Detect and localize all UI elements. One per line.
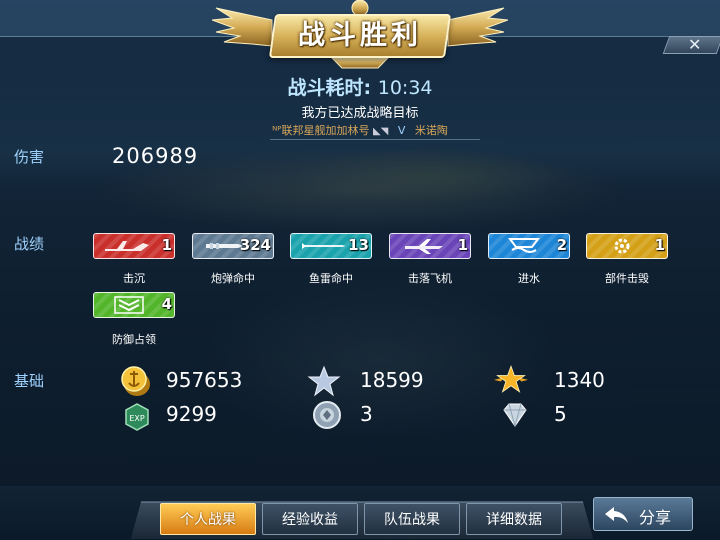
torpedo-icon xyxy=(302,243,345,249)
plane-sink-icon xyxy=(105,241,149,251)
diamond-value: 5 xyxy=(554,402,567,426)
damage-label: 伤害 xyxy=(14,148,45,166)
flooding-icon xyxy=(508,238,540,253)
stat-sink[interactable]: 1 xyxy=(93,233,175,259)
gold-coin-icon xyxy=(121,366,150,396)
record-label: 战绩 xyxy=(14,235,45,253)
basic-label: 基础 xyxy=(14,372,45,390)
ship-matchup: ᴺᴾ联邦星舰加加林号 ◣◥ V 米诺陶 xyxy=(272,124,448,137)
share-label: 分享 xyxy=(639,508,672,527)
battle-time-value: 10:34 xyxy=(377,77,433,99)
exp-badge-text: EXP xyxy=(129,414,145,423)
stat-label: 炮弹命中 xyxy=(211,272,255,285)
tab-detailed-data[interactable]: 详细数据 xyxy=(466,503,562,535)
diamond-icon xyxy=(503,403,527,427)
stat-module-destroyed[interactable]: 1 xyxy=(586,233,668,259)
stat-count: 1 xyxy=(457,236,468,254)
page-title: 战斗胜利 xyxy=(298,20,422,51)
stat-count: 4 xyxy=(161,295,172,313)
silver-star-value: 18599 xyxy=(360,368,424,392)
tab-exp-gain[interactable]: 经验收益 xyxy=(262,503,358,535)
stat-torpedo-hit[interactable]: 13 xyxy=(290,233,372,259)
damage-value: 206989 xyxy=(112,144,199,168)
gear-icon xyxy=(614,238,630,254)
silver-star-icon xyxy=(307,365,341,397)
stat-label: 进水 xyxy=(518,272,540,285)
stat-count: 2 xyxy=(556,236,567,254)
ship-self: ᴺᴾ联邦星舰加加林号 xyxy=(272,124,370,137)
gold-star-value: 1340 xyxy=(554,368,605,392)
stat-count: 1 xyxy=(654,236,665,254)
stat-count: 1 xyxy=(161,236,172,254)
stat-label: 部件击毁 xyxy=(605,272,649,285)
share-arrow-icon xyxy=(605,507,628,523)
stat-count: 324 xyxy=(239,236,271,254)
exp-icon: EXP xyxy=(125,403,149,431)
close-icon[interactable]: ✕ xyxy=(688,35,701,54)
medal-icon xyxy=(313,401,341,429)
stat-flooding[interactable]: 2 xyxy=(488,233,570,259)
tab-team-results[interactable]: 队伍战果 xyxy=(364,503,460,535)
ship-enemy: 米诺陶 xyxy=(414,124,448,137)
exp-value: 9299 xyxy=(166,402,217,426)
victory-emblem: 战斗胜利 xyxy=(212,0,508,70)
medal-value: 3 xyxy=(360,402,373,426)
gold-value: 957653 xyxy=(166,368,243,392)
share-button[interactable]: 分享 xyxy=(593,497,693,531)
gold-star-icon xyxy=(494,365,528,393)
stat-label: 击沉 xyxy=(123,272,145,285)
chevron-defend-icon xyxy=(114,296,144,314)
battle-time: 战斗耗时: 10:34 xyxy=(0,73,720,100)
goal-text: 我方已达成战略目标 xyxy=(301,106,419,121)
vs-label: V xyxy=(397,124,406,137)
stat-defend-capture[interactable]: 4 xyxy=(93,292,175,318)
divider xyxy=(270,139,480,140)
stat-count: 13 xyxy=(348,236,369,254)
stat-label: 击落飞机 xyxy=(408,272,452,285)
tab-personal-results[interactable]: 个人战果 xyxy=(160,503,256,535)
stat-label: 鱼雷命中 xyxy=(309,272,353,285)
battle-time-label: 战斗耗时: xyxy=(287,77,372,99)
stat-shell-hit[interactable]: 324 xyxy=(192,233,274,259)
aircraft-icon xyxy=(405,239,443,254)
stat-aircraft-down[interactable]: 1 xyxy=(389,233,471,259)
stat-label: 防御占领 xyxy=(112,333,156,346)
